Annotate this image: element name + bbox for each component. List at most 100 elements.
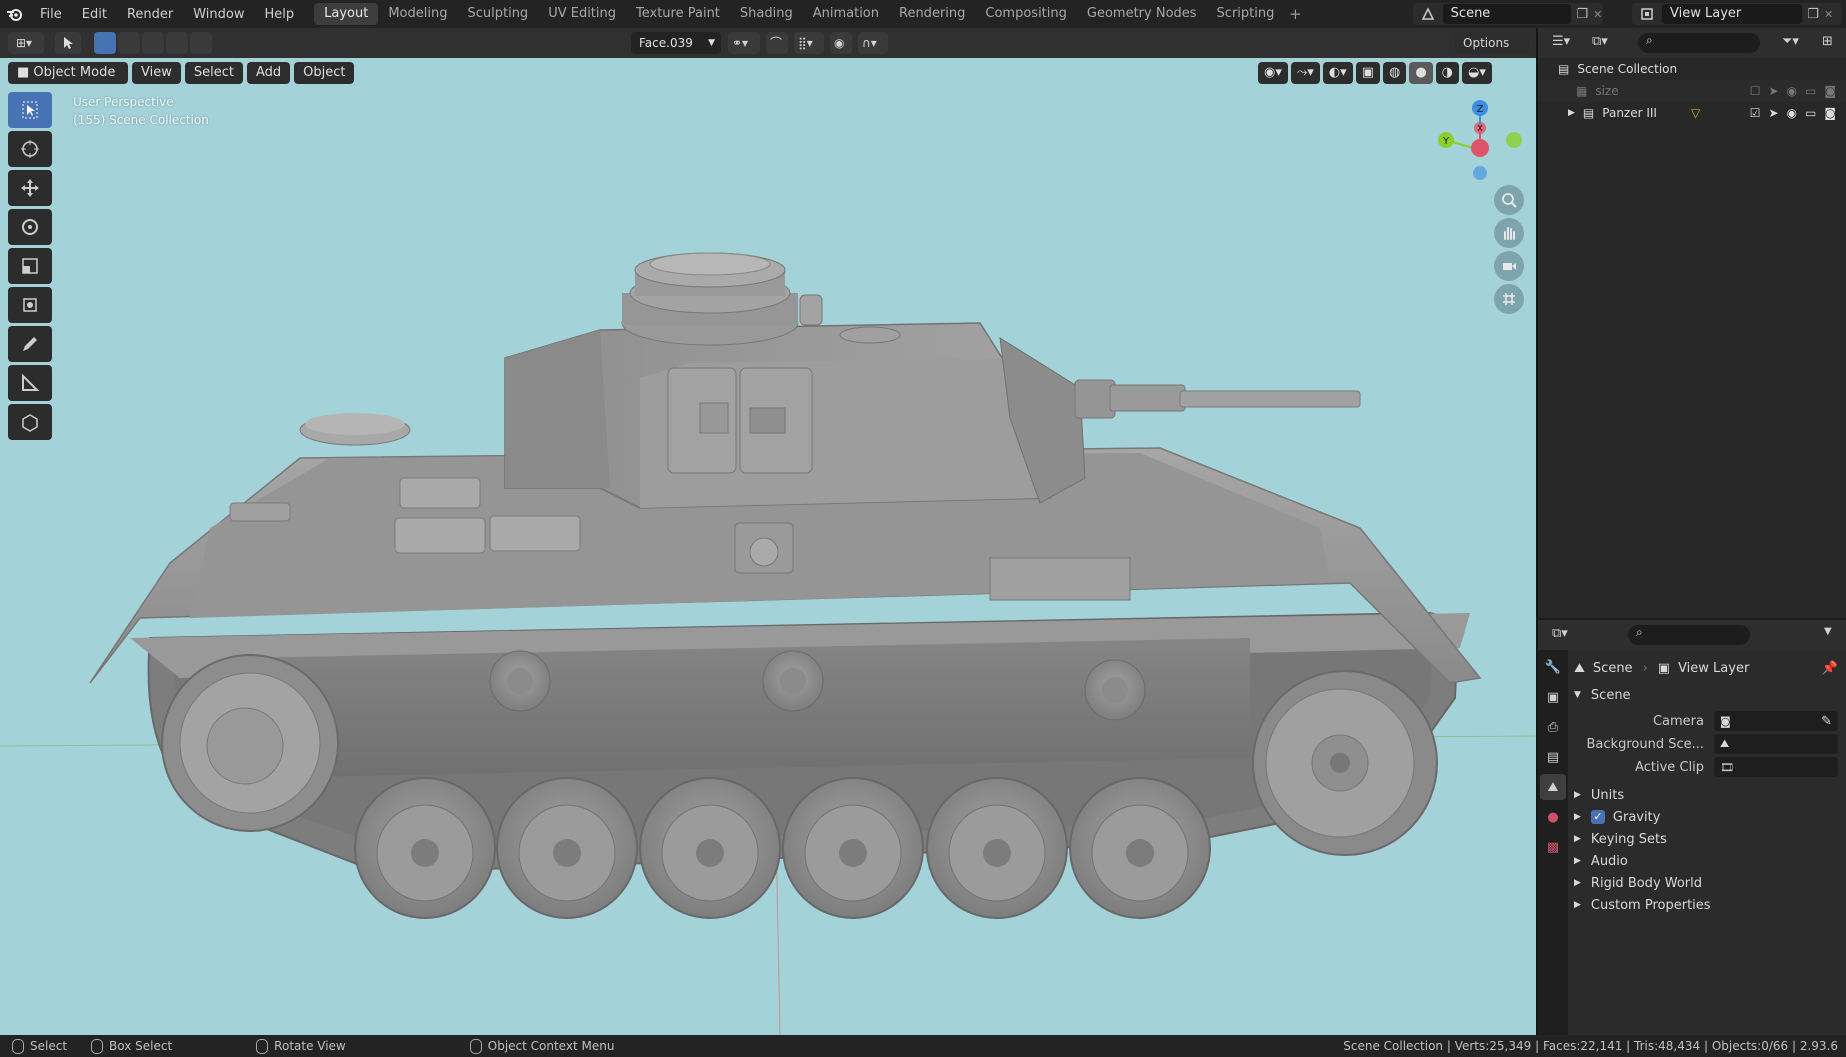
output-tab-icon[interactable]: ⎙ — [1540, 714, 1566, 740]
eye-icon[interactable]: ◉ — [1787, 106, 1797, 120]
blender-logo-icon[interactable] — [0, 6, 30, 22]
menu-view[interactable]: View — [132, 62, 181, 84]
selectable-arrow-icon[interactable]: ➤ — [1768, 84, 1778, 98]
options-dropdown[interactable]: Options ▼ — [1455, 32, 1529, 72]
shading-wireframe-icon[interactable]: ◍ — [1382, 62, 1407, 84]
move-tool[interactable] — [8, 170, 52, 206]
monitor-icon[interactable]: ▭ — [1805, 84, 1816, 98]
tab-texture-paint[interactable]: Texture Paint — [626, 3, 730, 25]
menu-add[interactable]: Add — [246, 62, 291, 84]
view-layer-name-field[interactable]: View Layer — [1662, 4, 1802, 24]
3d-viewport[interactable]: ■ Object Mode ▼ View Select Add Object ◉… — [0, 58, 1536, 1035]
menu-help[interactable]: Help — [255, 7, 305, 22]
camera-icon[interactable]: ◙ — [1824, 84, 1836, 98]
add-cube-tool[interactable] — [8, 404, 52, 440]
exclude-checkbox-icon[interactable]: ☑ — [1750, 106, 1761, 120]
subpanel-gravity[interactable]: ▶ ✓ Gravity — [1574, 805, 1838, 829]
zoom-icon[interactable] — [1494, 185, 1524, 215]
tab-modeling[interactable]: Modeling — [378, 3, 457, 25]
eye-icon[interactable]: ◉ — [1787, 84, 1797, 98]
tab-compositing[interactable]: Compositing — [975, 3, 1077, 25]
transform-orientation-dropdown[interactable]: Face.039 ▼ — [631, 32, 721, 54]
outliner-item-panzer[interactable]: ▶ ▤ Panzer III ▽ ☑ ➤ ◉ ▭ ◙ — [1538, 102, 1846, 124]
shading-solid-icon[interactable]: ● — [1409, 62, 1433, 84]
properties-editor-type-icon[interactable]: ⧉▾ — [1552, 626, 1568, 641]
texture-tab-icon[interactable]: ▩ — [1540, 834, 1566, 860]
active-clip-field[interactable]: 🎞 — [1714, 757, 1838, 777]
selectable-arrow-icon[interactable]: ➤ — [1768, 106, 1778, 120]
close-view-layer-icon[interactable]: ✕ — [1824, 8, 1834, 21]
outliner-root-row[interactable]: ▤ Scene Collection — [1538, 58, 1846, 80]
falloff-icon[interactable]: ∩▾ — [858, 32, 888, 54]
tab-rendering[interactable]: Rendering — [889, 3, 975, 25]
camera-icon[interactable]: ◙ — [1824, 106, 1836, 120]
background-scene-field[interactable]: ⛰ — [1714, 734, 1838, 754]
snap-toggle-icon[interactable]: ⌒ — [766, 32, 788, 54]
view-layer-tab-icon[interactable]: ▤ — [1540, 744, 1566, 770]
menu-object[interactable]: Object — [294, 62, 355, 84]
tab-sculpting[interactable]: Sculpting — [457, 3, 538, 25]
menu-render[interactable]: Render — [117, 7, 183, 22]
scene-name-field[interactable]: Scene — [1442, 4, 1572, 24]
ortho-grid-icon[interactable] — [1494, 284, 1524, 314]
measure-tool[interactable] — [8, 365, 52, 401]
display-mode-icon[interactable]: ⧉▾ — [1592, 34, 1608, 49]
menu-select[interactable]: Select — [184, 62, 243, 84]
tool-tab-icon[interactable]: 🔧 — [1540, 654, 1566, 680]
exclude-checkbox-icon[interactable]: ☐ — [1750, 84, 1761, 98]
view-layer-selector[interactable]: View Layer ❐ ✕ — [1632, 3, 1842, 25]
chevron-down-icon[interactable]: ▼ — [1824, 626, 1832, 637]
shading-rendered-icon[interactable]: ◒▾ — [1462, 62, 1492, 84]
tab-layout[interactable]: Layout — [314, 3, 379, 25]
select-subtract-icon[interactable] — [142, 32, 164, 54]
add-workspace-button[interactable]: + — [1284, 3, 1306, 25]
annotate-tool[interactable] — [8, 326, 52, 362]
world-tab-icon[interactable]: ● — [1540, 804, 1566, 830]
subpanel-custom-properties[interactable]: ▶ Custom Properties — [1574, 893, 1838, 917]
menu-edit[interactable]: Edit — [72, 7, 117, 22]
subpanel-rigid-body-world[interactable]: ▶ Rigid Body World — [1574, 871, 1838, 895]
shading-material-icon[interactable]: ◑ — [1435, 62, 1460, 84]
mode-dropdown[interactable]: ■ Object Mode ▼ — [8, 62, 128, 101]
rotate-tool[interactable] — [8, 209, 52, 245]
gizmo-toggle-icon[interactable]: ⤳▾ — [1290, 62, 1320, 84]
tab-uv-editing[interactable]: UV Editing — [538, 3, 626, 25]
expand-arrow-icon[interactable]: ▶ — [1568, 108, 1575, 118]
select-intersect-icon[interactable] — [190, 32, 212, 54]
scale-tool[interactable] — [8, 248, 52, 284]
subpanel-keying-sets[interactable]: ▶ Keying Sets — [1574, 827, 1838, 851]
scene-selector[interactable]: Scene ❐ ✕ — [1413, 3, 1603, 25]
filter-icon[interactable]: ⏷▾ — [1782, 34, 1799, 49]
new-scene-icon[interactable]: ❐ — [1571, 7, 1593, 22]
overlays-toggle-icon[interactable]: ◐▾ — [1322, 62, 1353, 84]
subpanel-audio[interactable]: ▶ Audio — [1574, 849, 1838, 873]
pin-icon[interactable]: 📌 — [1822, 661, 1838, 676]
scene-panel-header[interactable]: ▼ Scene — [1574, 683, 1838, 707]
tab-scripting[interactable]: Scripting — [1207, 3, 1285, 25]
menu-file[interactable]: File — [30, 7, 72, 22]
properties-search-input[interactable]: ⌕ — [1628, 625, 1750, 645]
render-tab-icon[interactable]: ▣ — [1540, 684, 1566, 710]
monitor-icon[interactable]: ▭ — [1805, 106, 1816, 120]
select-extend-icon[interactable] — [118, 32, 140, 54]
gravity-checkbox[interactable]: ✓ — [1590, 810, 1605, 824]
transform-tool[interactable] — [8, 287, 52, 323]
new-collection-icon[interactable]: ⊞ — [1822, 34, 1833, 49]
camera-view-icon[interactable] — [1494, 251, 1524, 281]
navigation-gizmo[interactable]: Z Y X — [1432, 98, 1522, 188]
select-invert-icon[interactable] — [166, 32, 188, 54]
pan-hand-icon[interactable] — [1494, 218, 1524, 248]
eyedropper-icon[interactable]: ✎ — [1821, 714, 1832, 729]
select-new-icon[interactable] — [94, 32, 116, 54]
menu-window[interactable]: Window — [183, 7, 254, 22]
outliner-search-input[interactable]: ⌕ — [1638, 33, 1760, 53]
outliner-editor-type-icon[interactable]: ☰▾ — [1552, 34, 1570, 49]
close-scene-icon[interactable]: ✕ — [1593, 8, 1603, 21]
camera-field[interactable]: ◙ ✎ — [1714, 711, 1838, 731]
snap-target-icon[interactable]: ⣿▾ — [794, 32, 824, 54]
tab-shading[interactable]: Shading — [730, 3, 803, 25]
proportional-edit-icon[interactable]: ◉ — [830, 32, 852, 54]
editor-type-button[interactable]: ⊞▾ — [8, 32, 44, 54]
tank-model[interactable] — [0, 58, 1536, 1035]
subpanel-units[interactable]: ▶ Units — [1574, 783, 1838, 807]
